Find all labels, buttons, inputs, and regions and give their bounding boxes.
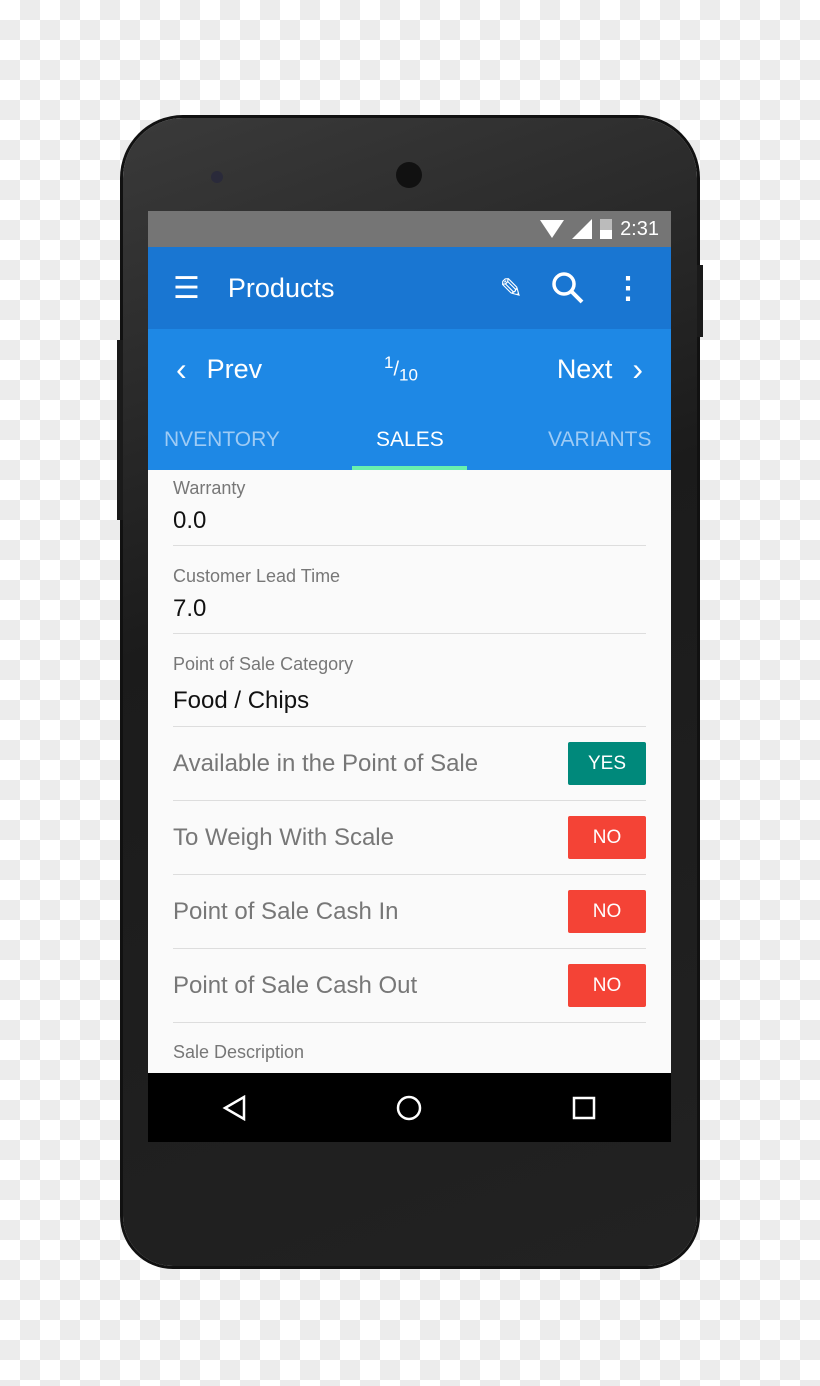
system-nav-bar	[148, 1073, 671, 1142]
back-icon[interactable]	[222, 1094, 248, 1121]
field-value: 7.0	[173, 595, 207, 622]
more-options-icon[interactable]: ⋮	[613, 271, 643, 306]
signal-icon	[572, 219, 593, 239]
tab-inventory[interactable]: NVENTORY	[164, 428, 280, 452]
wifi-icon	[540, 220, 565, 238]
no-toggle-button[interactable]: NO	[568, 964, 646, 1007]
edit-icon[interactable]: ✎	[500, 272, 523, 305]
search-icon[interactable]	[551, 271, 585, 305]
sale-description-label: Sale Description	[173, 1042, 305, 1062]
no-toggle-button[interactable]: NO	[568, 890, 646, 933]
toggle-label: Available in the Point of Sale	[173, 749, 479, 777]
record-navigation: ‹ Prev 1/10 Next ›	[148, 329, 671, 410]
field-label: Warranty	[173, 478, 246, 498]
toggle-row-available-in-pos: Available in the Point of Sale YES	[173, 727, 646, 801]
volume-button	[117, 340, 123, 520]
screen: 2:31 ☰ Products ✎ ⋮ ‹ Prev 1/10 Next › N…	[148, 211, 671, 1142]
total-records: 10	[399, 365, 418, 385]
pos-category-field[interactable]: Point of Sale Category Food / Chips	[173, 634, 646, 727]
toggle-label: Point of Sale Cash In	[173, 897, 399, 925]
warranty-field[interactable]: Warranty 0.0	[173, 470, 646, 546]
prev-button[interactable]: ‹ Prev	[176, 351, 262, 388]
toggle-label: To Weigh With Scale	[173, 823, 394, 851]
toggle-row-cash-in: Point of Sale Cash In NO	[173, 875, 646, 949]
customer-lead-time-field[interactable]: Customer Lead Time 7.0	[173, 546, 646, 634]
menu-icon[interactable]: ☰	[173, 271, 200, 306]
app-bar: ☰ Products ✎ ⋮	[148, 247, 671, 329]
field-value: Food / Chips	[173, 687, 310, 714]
chevron-right-icon: ›	[632, 351, 643, 387]
yes-toggle-button[interactable]: YES	[568, 742, 646, 785]
recents-icon[interactable]	[571, 1095, 597, 1121]
toggle-row-cash-out: Point of Sale Cash Out NO	[173, 949, 646, 1023]
status-bar: 2:31	[148, 211, 671, 247]
toggle-label: Point of Sale Cash Out	[173, 971, 418, 999]
home-icon[interactable]	[395, 1094, 423, 1122]
field-label: Point of Sale Category	[173, 654, 354, 674]
active-tab-indicator	[352, 466, 467, 470]
page-title: Products	[227, 272, 335, 303]
status-time: 2:31	[620, 217, 659, 240]
page-counter: 1/10	[384, 353, 418, 385]
camera-icon	[211, 171, 223, 183]
current-record: 1	[384, 353, 394, 373]
prev-label: Prev	[206, 354, 263, 384]
no-toggle-button[interactable]: NO	[568, 816, 646, 859]
power-button	[697, 265, 703, 337]
toggle-row-weigh-with-scale: To Weigh With Scale NO	[173, 801, 646, 875]
tab-variants[interactable]: VARIANTS	[548, 428, 651, 452]
field-label: Customer Lead Time	[173, 566, 341, 586]
tab-sales[interactable]: SALES	[376, 428, 444, 452]
sales-form: Warranty 0.0 Customer Lead Time 7.0 Poin…	[148, 470, 671, 1063]
battery-icon	[600, 219, 613, 239]
next-button[interactable]: Next ›	[557, 351, 643, 388]
field-value: 0.0	[173, 507, 207, 534]
speaker-icon	[396, 162, 422, 188]
next-label: Next	[556, 354, 613, 384]
tab-bar: NVENTORY SALES VARIANTS	[148, 410, 671, 470]
chevron-left-icon: ‹	[176, 351, 187, 387]
